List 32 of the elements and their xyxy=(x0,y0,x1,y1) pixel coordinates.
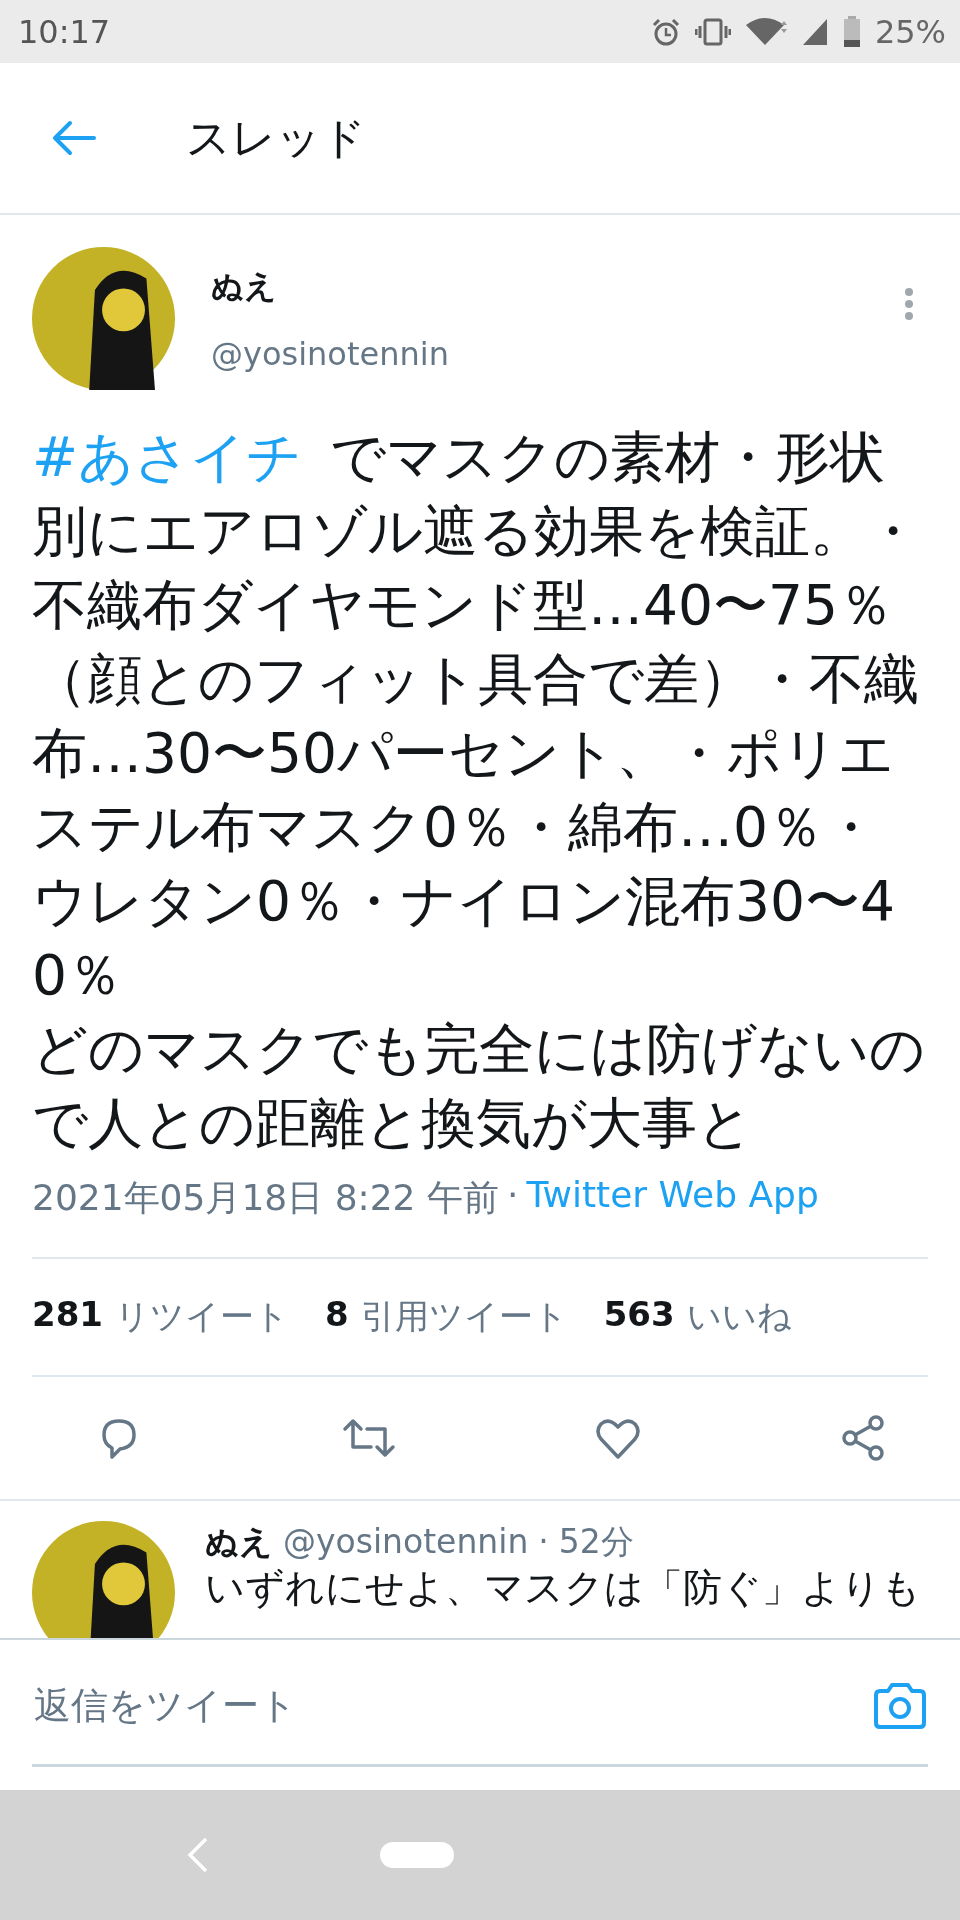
tweet-timestamp: 2021年05月18日 8:22 午前 xyxy=(32,1176,499,1220)
author-handle: @yosinotennin xyxy=(283,1521,529,1563)
battery-icon xyxy=(842,15,861,48)
stat-label[interactable]: 引用ツイート xyxy=(360,1294,568,1340)
tweet-text: どのマスクでも完全には防げないので人との距離と換気が大事と xyxy=(32,1016,926,1157)
tweet-text: #あさイチ でマスクの素材・形状別にエアロゾル遮る効果を検証。・不織布ダイヤモンド型…40〜75％（顔とのフィット具合で差）・不織布…30〜50パーセント、・ポリエステル布マスク0％・綿布…0％・ウレタン0％・ナイロン混布30〜40％ xyxy=(32,424,921,1009)
avatar-icon[interactable] xyxy=(32,247,175,390)
battery-percent: 25% xyxy=(874,12,946,51)
stat-label[interactable]: いいね xyxy=(686,1294,792,1340)
author-name: ぬえ xyxy=(205,1521,273,1563)
reply-text: いずれにせよ、マスクは「防ぐ」よりも xyxy=(205,1564,921,1612)
page-title: スレッド xyxy=(186,110,366,165)
stat-label[interactable]: リツイート xyxy=(115,1294,289,1340)
back-arrow-icon[interactable] xyxy=(52,120,96,156)
stat-count: 563 xyxy=(603,1294,675,1336)
wifi-icon xyxy=(744,16,787,47)
more-options-icon[interactable] xyxy=(904,287,914,321)
stat-count: 8 xyxy=(325,1294,349,1336)
stat-count: 281 xyxy=(32,1294,103,1336)
alarm-icon xyxy=(650,16,681,47)
author-handle: @yosinotennin xyxy=(211,334,450,373)
separator-dot: · xyxy=(506,1174,519,1217)
author-name: ぬえ xyxy=(211,265,278,307)
clock-time: 10:17 xyxy=(18,12,111,51)
source-link[interactable]: Twitter Web App xyxy=(526,1174,819,1223)
avatar-icon[interactable] xyxy=(32,1521,175,1638)
post-time: 52分 xyxy=(558,1521,634,1563)
camera-icon[interactable] xyxy=(872,1680,928,1731)
hashtag-link[interactable]: #あさイチ xyxy=(32,425,303,489)
separator-dot: · xyxy=(538,1521,549,1563)
vibrate-icon xyxy=(694,16,731,47)
reply-input-field[interactable]: 返信をツイート xyxy=(32,1683,872,1728)
